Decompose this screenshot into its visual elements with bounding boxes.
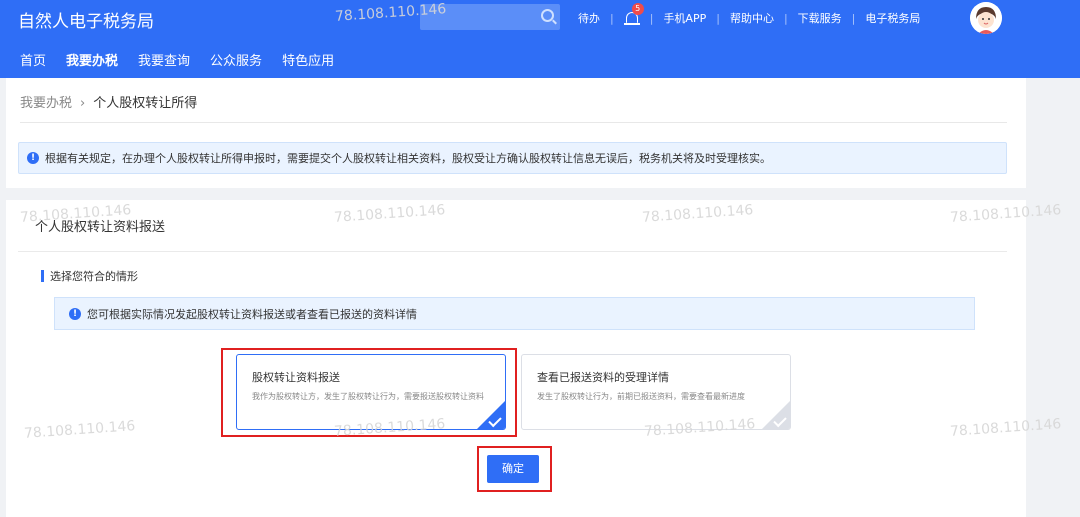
card-desc: 发生了股权转让行为，前期已报送资料，需要查看最新进度: [537, 392, 745, 401]
avatar[interactable]: [970, 2, 1002, 34]
section-marker: [41, 270, 44, 282]
download-link[interactable]: 下载服务: [798, 10, 842, 26]
nav-home[interactable]: 首页: [0, 46, 56, 78]
divider: |: [851, 11, 856, 25]
breadcrumb: 我要办税 › 个人股权转让所得: [20, 92, 197, 111]
nav-special-apps[interactable]: 特色应用: [272, 46, 344, 78]
nav-public-service[interactable]: 公众服务: [200, 46, 272, 78]
info-icon: !: [27, 152, 39, 164]
notice-text: 根据有关规定，在办理个人股权转让所得申报时，需要提交个人股权转让相关资料，股权受…: [45, 152, 771, 165]
divider: [18, 251, 1007, 252]
section-label: 选择您符合的情形: [41, 268, 138, 284]
todo-link[interactable]: 待办: [578, 10, 600, 26]
confirm-button[interactable]: 确定: [487, 455, 539, 483]
section-label-text: 选择您符合的情形: [50, 270, 138, 283]
divider: [20, 122, 1007, 123]
breadcrumb-parent[interactable]: 我要办税: [20, 96, 72, 111]
info-icon: !: [69, 307, 81, 320]
top-header: 自然人电子税务局 待办 | 5 | 手机APP | 帮助中心 | 下载服务 | …: [0, 0, 1080, 78]
divider: |: [649, 11, 654, 25]
divider: |: [716, 11, 720, 25]
divider: |: [783, 11, 788, 25]
card-title: 查看已报送资料的受理详情: [537, 371, 669, 384]
mobile-app-link[interactable]: 手机APP: [663, 10, 706, 26]
info-notice: ! 根据有关规定，在办理个人股权转让所得申报时，需要提交个人股权转让相关资料，股…: [18, 142, 1007, 174]
bell-icon[interactable]: 5: [623, 3, 644, 26]
main-nav: 首页 我要办税 我要查询 公众服务 特色应用: [0, 46, 344, 78]
breadcrumb-current: 个人股权转让所得: [93, 96, 198, 111]
nav-query[interactable]: 我要查询: [128, 46, 200, 78]
chevron-right-icon: ›: [80, 96, 86, 111]
search-icon[interactable]: [541, 9, 554, 22]
divider: |: [610, 11, 614, 25]
header-tools: 待办 | 5 | 手机APP | 帮助中心 | 下载服务 | 电子税务局: [578, 3, 920, 27]
tip-notice: ! 您可根据实际情况发起股权转让资料报送或者查看已报送的资料详情: [54, 297, 975, 330]
notification-badge: 5: [631, 3, 644, 15]
brand-title: 自然人电子税务局: [18, 12, 154, 32]
e-tax-link[interactable]: 电子税务局: [865, 10, 920, 26]
tip-text: 您可根据实际情况发起股权转让资料报送或者查看已报送的资料详情: [87, 307, 417, 321]
panel-gap: [6, 188, 1026, 200]
help-center-link[interactable]: 帮助中心: [730, 10, 774, 26]
nav-tax-service[interactable]: 我要办税: [56, 46, 128, 78]
